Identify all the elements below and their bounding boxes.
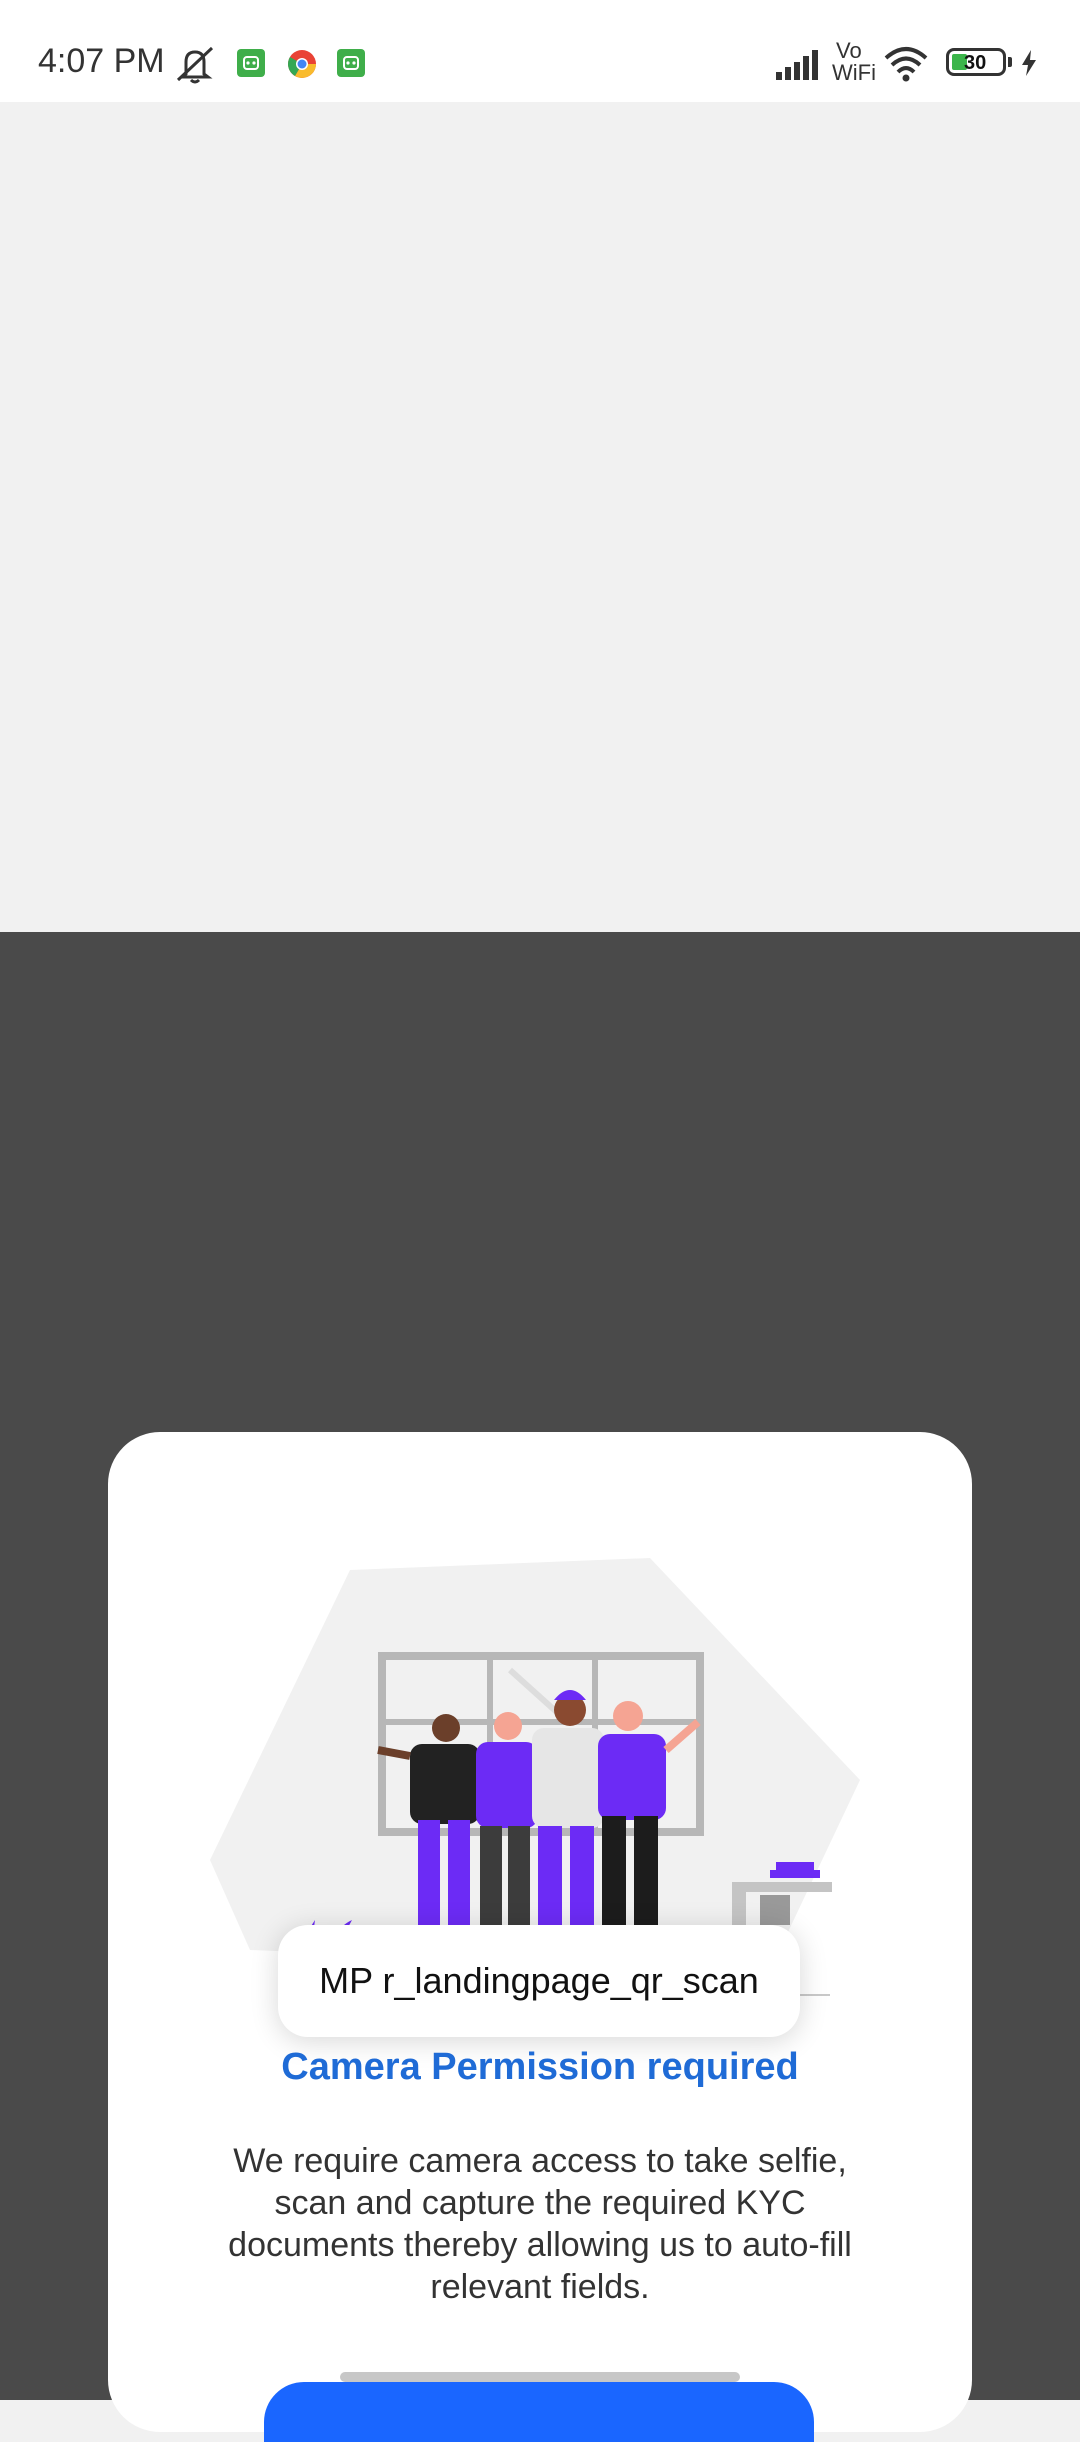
permission-title: Camera Permission required [281,2046,799,2088]
battery-icon: 30 [946,48,1012,76]
home-indicator[interactable] [340,2372,740,2382]
chrome-icon [288,50,316,78]
status-bar: 4:07 PM Vo WiFi 30 [0,0,1080,102]
wifi-icon [884,47,928,82]
status-time: 4:07 PM [38,42,165,80]
signal-icon [776,50,818,80]
charging-icon [1022,50,1036,76]
page-background [0,102,1080,932]
permission-description: We require camera access to take selfie,… [228,2142,852,2306]
toast-message: MP r_landingpage_qr_scan [278,1925,800,2037]
primary-action-button[interactable] [264,2382,814,2442]
app-notification-icon [237,49,265,77]
vowifi-label: Vo WiFi [832,40,876,84]
vowifi-top: Vo [836,38,862,63]
app-notification-icon [337,49,365,77]
mute-icon [176,46,214,84]
vowifi-bottom: WiFi [832,60,876,85]
battery-level: 30 [964,52,987,74]
toast-text: MP r_landingpage_qr_scan [319,1960,759,2001]
